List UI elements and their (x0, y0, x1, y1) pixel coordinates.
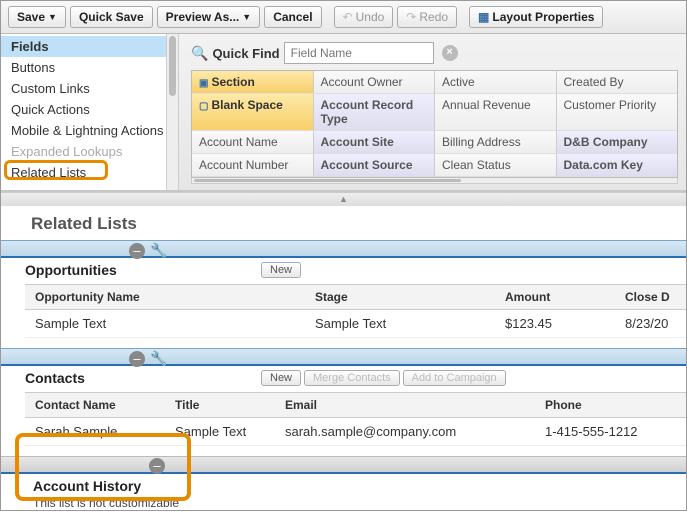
palette-active[interactable]: Active (435, 71, 557, 94)
quick-find-label: Quick Find (212, 46, 279, 61)
cell-stage: Sample Text (305, 310, 495, 338)
col-close-date[interactable]: Close D (615, 285, 686, 310)
sidebar-item-mobile-actions[interactable]: Mobile & Lightning Actions (1, 120, 178, 141)
palette-annual-revenue[interactable]: Annual Revenue (435, 94, 557, 131)
undo-button[interactable]: ↶ Undo (334, 6, 394, 28)
sidebar-item-expanded-lookups[interactable]: Expanded Lookups (1, 141, 178, 162)
remove-list-icon[interactable]: – (129, 243, 145, 259)
palette-account-owner[interactable]: Account Owner (314, 71, 436, 94)
col-opportunity-name[interactable]: Opportunity Name (25, 285, 305, 310)
table-row[interactable]: Sample Text Sample Text $123.45 8/23/20 (25, 310, 686, 338)
col-email[interactable]: Email (275, 393, 535, 418)
sidebar-item-quick-actions[interactable]: Quick Actions (1, 99, 178, 120)
contacts-table: Contact Name Title Email Phone Sarah Sam… (25, 392, 686, 446)
related-list-name: Opportunities (25, 262, 117, 278)
col-amount[interactable]: Amount (495, 285, 615, 310)
preview-as-button[interactable]: Preview As... ▼ (157, 6, 261, 28)
quick-find-input[interactable] (284, 42, 434, 64)
palette-clean-status[interactable]: Clean Status (435, 154, 557, 177)
save-label: Save (17, 10, 45, 24)
undo-label: Undo (356, 10, 385, 24)
related-list-toolbar: – 🔧 (1, 348, 686, 366)
sidebar-item-related-lists[interactable]: Related Lists (1, 162, 178, 183)
cell-phone: 1-415-555-1212 (535, 418, 686, 446)
related-list-contacts: – 🔧 Contacts New Merge Contacts Add to C… (1, 348, 686, 446)
palette-account-source[interactable]: Account Source (314, 154, 436, 177)
top-toolbar: Save ▼ Quick Save Preview As... ▼ Cancel… (1, 1, 686, 34)
caret-down-icon: ▼ (48, 12, 57, 22)
cell-contact-name: Sarah Sample (25, 418, 165, 446)
quick-save-button[interactable]: Quick Save (70, 6, 153, 28)
col-stage[interactable]: Stage (305, 285, 495, 310)
related-list-name: Contacts (25, 370, 85, 386)
sidebar-item-fields[interactable]: Fields (1, 36, 178, 57)
palette-customer-priority[interactable]: Customer Priority (557, 94, 678, 131)
sidebar-item-buttons[interactable]: Buttons (1, 57, 178, 78)
blank-icon: ▢ (199, 101, 208, 112)
palette-account-site[interactable]: Account Site (314, 131, 436, 154)
redo-label: Redo (419, 10, 448, 24)
col-title[interactable]: Title (165, 393, 275, 418)
related-list-opportunities: – 🔧 Opportunities New Opportunity Name S… (1, 240, 686, 338)
palette-dnb-company[interactable]: D&B Company (557, 131, 678, 154)
related-list-account-history: – Account History This list is not custo… (1, 456, 686, 516)
quick-find-row: 🔍 Quick Find × (191, 42, 678, 64)
palette-datacom-key[interactable]: Data.com Key (557, 154, 678, 177)
related-list-toolbar: – (1, 456, 686, 474)
cell-email: sarah.sample@company.com (275, 418, 535, 446)
merge-contacts-button[interactable]: Merge Contacts (304, 370, 400, 386)
related-list-toolbar: – 🔧 (1, 240, 686, 258)
preview-label: Preview As... (166, 10, 240, 24)
cell-amount: $123.45 (495, 310, 615, 338)
add-to-campaign-button[interactable]: Add to Campaign (403, 370, 506, 386)
palette-scrollbar[interactable] (191, 178, 678, 184)
category-sidebar: Fields Buttons Custom Links Quick Action… (1, 34, 179, 190)
palette-blank-space[interactable]: ▢Blank Space (192, 94, 314, 131)
section-icon: ▣ (199, 78, 208, 89)
redo-icon: ↷ (406, 10, 416, 24)
palette-billing-address[interactable]: Billing Address (435, 131, 557, 154)
field-grid: ▣Section Account Owner Active Created By… (191, 70, 678, 178)
remove-list-icon[interactable]: – (129, 351, 145, 367)
col-contact-name[interactable]: Contact Name (25, 393, 165, 418)
caret-down-icon: ▼ (242, 12, 251, 22)
cell-title: Sample Text (165, 418, 275, 446)
save-button[interactable]: Save ▼ (8, 6, 66, 28)
related-lists-heading: Related Lists (1, 206, 686, 240)
remove-list-icon[interactable]: – (149, 458, 165, 474)
palette-created-by[interactable]: Created By (557, 71, 678, 94)
wrench-icon[interactable]: 🔧 (150, 350, 167, 367)
table-row[interactable]: Sarah Sample Sample Text sarah.sample@co… (25, 418, 686, 446)
new-button[interactable]: New (261, 370, 301, 386)
layout-icon: ▦ (478, 10, 489, 24)
palette-label: Section (211, 75, 254, 89)
opportunities-table: Opportunity Name Stage Amount Close D Sa… (25, 284, 686, 338)
related-list-name: Account History (33, 478, 141, 494)
palette-label: Blank Space (211, 98, 282, 112)
sidebar-item-custom-links[interactable]: Custom Links (1, 78, 178, 99)
sidebar-scrollbar[interactable] (166, 34, 178, 190)
field-palette: 🔍 Quick Find × ▣Section Account Owner Ac… (179, 34, 686, 190)
redo-button[interactable]: ↷ Redo (397, 6, 457, 28)
cell-opportunity-name: Sample Text (25, 310, 305, 338)
wrench-icon[interactable]: 🔧 (150, 242, 167, 259)
palette-resize-handle[interactable]: ▲ (1, 192, 686, 206)
palette-area: Fields Buttons Custom Links Quick Action… (1, 34, 686, 192)
palette-section[interactable]: ▣Section (192, 71, 314, 94)
clear-search-icon[interactable]: × (442, 45, 458, 61)
layout-properties-label: Layout Properties (492, 10, 594, 24)
palette-account-name[interactable]: Account Name (192, 131, 314, 154)
cancel-button[interactable]: Cancel (264, 6, 321, 28)
layout-properties-button[interactable]: ▦ Layout Properties (469, 6, 603, 28)
palette-account-record-type[interactable]: Account Record Type (314, 94, 436, 131)
palette-account-number[interactable]: Account Number (192, 154, 314, 177)
col-phone[interactable]: Phone (535, 393, 686, 418)
search-icon: 🔍 (191, 45, 208, 62)
cell-close-date: 8/23/20 (615, 310, 686, 338)
undo-icon: ↶ (343, 10, 353, 24)
not-customizable-note: This list is not customizable (1, 496, 686, 516)
new-button[interactable]: New (261, 262, 301, 278)
